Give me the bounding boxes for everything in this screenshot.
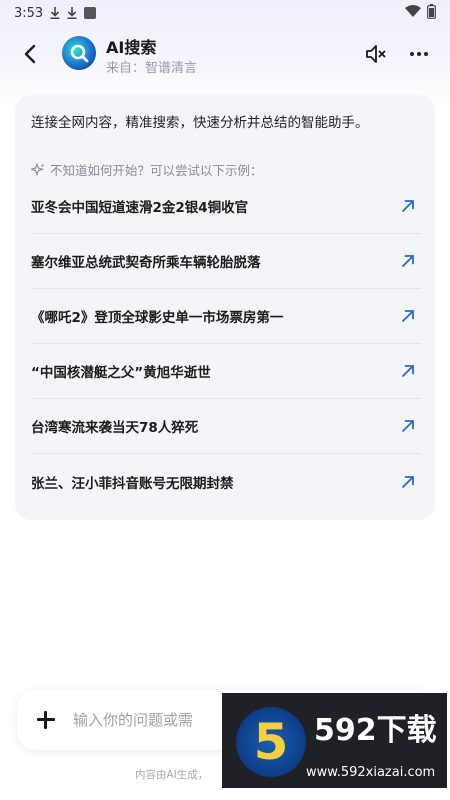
arrow-up-right-icon (402, 310, 414, 322)
suggestion-item[interactable]: 《哪吒2》登顶全球影史单一市场票房第一 (31, 289, 421, 344)
suggestion-label: 《哪吒2》登顶全球影史单一市场票房第一 (31, 310, 284, 326)
more-button[interactable] (406, 42, 432, 66)
hint-text: 不知道如何开始？可以尝试以下示例： (50, 163, 263, 178)
mute-icon (366, 45, 386, 63)
battery-icon (427, 3, 436, 23)
back-icon (24, 44, 36, 64)
plus-icon[interactable] (35, 709, 57, 731)
suggestion-label: 台湾寒流来袭当天78人猝死 (31, 420, 199, 436)
suggestion-item[interactable]: 塞尔维亚总统武契奇所乘车辆轮胎脱落 (31, 234, 421, 289)
watermark-overlay: 5 592下载 www.592xiazai.com (222, 693, 447, 788)
page-subtitle: 来自：智谱清言 (106, 61, 198, 76)
download-icon (50, 7, 60, 19)
suggestion-label: 张兰、汪小菲抖音账号无限期封禁 (31, 475, 234, 492)
sparkle-icon (31, 162, 45, 176)
watermark-url: www.592xiazai.com (306, 765, 436, 780)
page-title: AI搜索 (106, 38, 157, 57)
suggestion-label: “中国核潜艇之父”黄旭华逝世 (31, 365, 211, 381)
suggestion-item[interactable]: 台湾寒流来袭当天78人猝死 (31, 399, 421, 454)
suggestion-item[interactable]: “中国核潜艇之父”黄旭华逝世 (31, 344, 421, 399)
watermark-logo: 5 (236, 707, 306, 777)
suggestion-card: 连接全网内容，精准搜索，快速分析并总结的智能助手。 不知道如何开始？可以尝试以下… (15, 95, 435, 520)
app-square-icon (84, 7, 97, 19)
suggestion-list: 亚冬会中国短道速滑2金2银4铜收官 塞尔维亚总统武契奇所乘车辆轮胎脱落 《哪吒2… (31, 179, 421, 509)
header: AI搜索 来自：智谱清言 (0, 28, 450, 80)
suggestion-label: 亚冬会中国短道速滑2金2银4铜收官 (31, 200, 249, 216)
search-logo-icon (62, 36, 96, 70)
watermark-brand: 592下载 (314, 713, 437, 748)
download-icon (67, 7, 77, 19)
suggestion-item[interactable]: 张兰、汪小菲抖音账号无限期封禁 (31, 454, 421, 509)
suggestion-item[interactable]: 亚冬会中国短道速滑2金2银4铜收官 (31, 179, 421, 234)
status-time: 3:53 (14, 5, 44, 21)
suggestion-label: 塞尔维亚总统武契奇所乘车辆轮胎脱落 (31, 255, 261, 271)
hint-row: 不知道如何开始？可以尝试以下示例： (31, 160, 263, 179)
arrow-up-right-icon (402, 420, 414, 432)
more-icon (410, 52, 414, 56)
watermark-logo-digit: 5 (253, 713, 289, 771)
mute-button[interactable] (364, 42, 388, 66)
arrow-up-right-icon (402, 200, 414, 212)
wifi-icon (405, 5, 421, 21)
status-bar: 3:53 (0, 0, 450, 26)
arrow-up-right-icon (402, 475, 414, 488)
back-button[interactable] (18, 42, 42, 66)
ai-disclaimer: 内容由AI生成， (135, 769, 209, 781)
arrow-up-right-icon (402, 365, 414, 377)
arrow-up-right-icon (402, 255, 414, 267)
intro-text: 连接全网内容，精准搜索，快速分析并总结的智能助手。 (31, 115, 369, 131)
